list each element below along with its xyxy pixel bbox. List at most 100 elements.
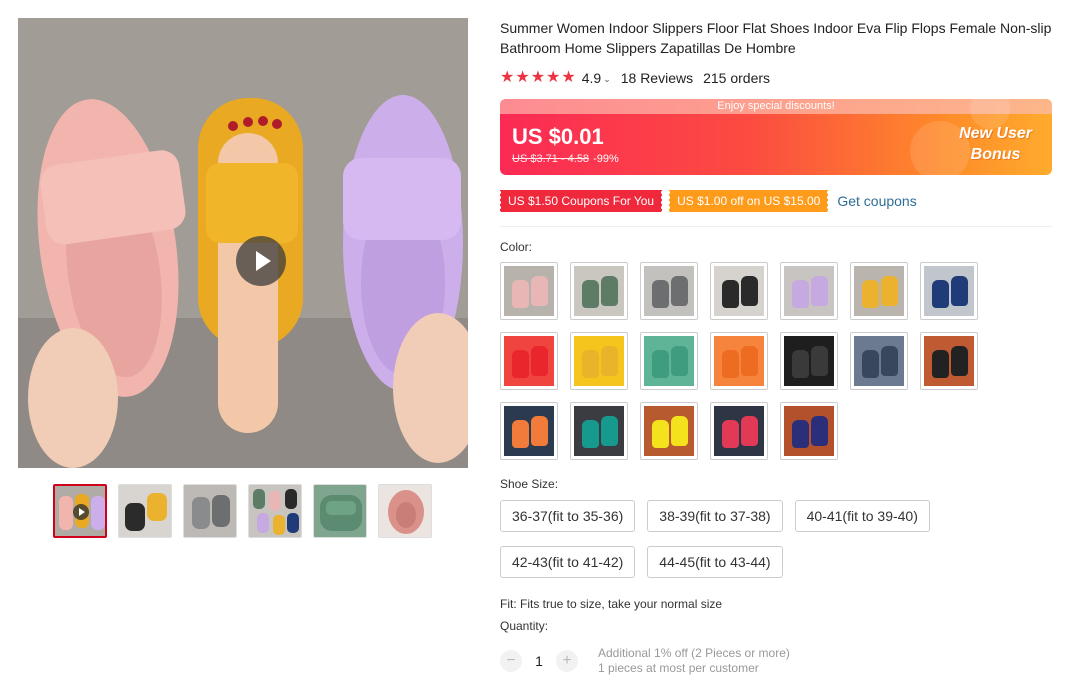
slipper-shape [531,416,548,446]
color-swatch-pink[interactable] [500,262,558,320]
thumb-black-yellow[interactable] [118,484,172,538]
size-option-38-39[interactable]: 38-39(fit to 37-38) [647,500,783,532]
slipper-shape [671,346,688,376]
slipper-shape [881,346,898,376]
new-user-line1: New User [959,125,1032,142]
color-swatch-navy[interactable] [920,262,978,320]
swatch-image [504,266,554,316]
price-banner: Enjoy special discounts! US $0.01 US $3.… [500,99,1052,175]
slipper-shape [722,350,739,378]
swatch-image [574,336,624,386]
star-icon: ★ [546,69,561,86]
slipper-shape [792,420,809,448]
thumb-image [388,490,424,534]
color-swatch-black[interactable] [710,262,768,320]
color-swatches [500,262,1000,460]
reviews-link[interactable]: 18 Reviews [621,70,693,86]
color-swatch-purple[interactable] [780,262,838,320]
size-option-36-37[interactable]: 36-37(fit to 35-36) [500,500,636,532]
star-icon: ★ [500,69,515,86]
orders-count: 215 orders [703,70,771,86]
thumb-green[interactable] [313,484,367,538]
slipper-shape [601,416,618,446]
slipper-shape [741,346,758,376]
swatch-image [644,266,694,316]
coupon-badge-discount[interactable]: US $1.00 off on US $15.00 [668,190,829,212]
color-swatch-yellow[interactable] [850,262,908,320]
color-swatch-mustard[interactable] [570,332,628,390]
size-option-42-43[interactable]: 42-43(fit to 41-42) [500,546,636,578]
color-swatch-navy-round[interactable] [780,402,838,460]
quantity-value[interactable]: 1 [522,653,556,669]
slipper-shape [862,280,879,308]
slipper-shape [932,280,949,308]
thumb-pink[interactable] [378,484,432,538]
color-swatch-orange[interactable] [710,332,768,390]
play-video-button[interactable] [236,236,286,286]
color-swatch-green[interactable] [570,262,628,320]
swatch-image [784,266,834,316]
get-coupons-link[interactable]: Get coupons [837,193,916,209]
swatch-image [924,266,974,316]
slipper-shape [601,346,618,376]
slipper-shape [652,420,669,448]
decrease-quantity-button[interactable]: − [500,650,522,672]
thumb-image [320,495,362,531]
swatch-image [644,336,694,386]
original-price-value: US $3.71 - 4.58 [512,153,590,165]
divider [500,226,1052,227]
slipper-shape [601,276,618,306]
color-swatch-black-round[interactable] [920,332,978,390]
play-icon [73,504,89,520]
swatch-image [854,266,904,316]
thumb-video[interactable] [53,484,107,538]
swatch-image [574,406,624,456]
slipper-shape [792,280,809,308]
quantity-limit-note: 1 pieces at most per customer [598,661,759,675]
star-icon: ★ [561,69,576,86]
color-swatch-dark-black[interactable] [780,332,838,390]
swatch-image [504,406,554,456]
chevron-down-icon[interactable]: ⌄ [603,74,611,85]
thumb-image [125,493,167,531]
slipper-shape [811,416,828,446]
rating-value[interactable]: 4.9 [582,70,601,86]
shoe-size-label: Shoe Size: [500,477,559,491]
color-swatch-teal[interactable] [640,332,698,390]
color-swatch-yellow-round[interactable] [640,402,698,460]
coupon-row: US $1.50 Coupons For You US $1.00 off on… [498,189,1052,213]
product-info: Summer Women Indoor Slippers Floor Flat … [498,18,1052,676]
quantity-discount-note: Additional 1% off (2 Pieces or more) [598,646,790,660]
main-product-image[interactable] [18,18,468,468]
thumb-image [253,489,299,535]
new-user-line2: Bonus [970,146,1021,163]
swatch-image [714,406,764,456]
increase-quantity-button[interactable]: + [556,650,578,672]
slipper-shape [811,346,828,376]
swatch-image [504,336,554,386]
size-option-44-45[interactable]: 44-45(fit to 43-44) [647,546,783,578]
color-swatch-orange-round[interactable] [500,402,558,460]
size-option-40-41[interactable]: 40-41(fit to 39-40) [794,500,930,532]
swatch-image [784,406,834,456]
slipper-shape [512,280,529,308]
product-title: Summer Women Indoor Slippers Floor Flat … [500,20,1052,56]
slipper-shape [671,276,688,306]
thumb-multicolor[interactable] [248,484,302,538]
slipper-shape [582,420,599,448]
slipper-shape [951,276,968,306]
coupon-badge-store[interactable]: US $1.50 Coupons For You [498,190,663,212]
thumb-gray[interactable] [183,484,237,538]
swatch-image [924,336,974,386]
color-swatch-teal-round[interactable] [570,402,628,460]
slipper-shape [512,420,529,448]
slipper-shape [741,416,758,446]
swatch-image [714,336,764,386]
swatch-image [574,266,624,316]
swatch-image [854,336,904,386]
color-swatch-red-round[interactable] [710,402,768,460]
color-swatch-gray[interactable] [640,262,698,320]
slipper-shape [881,276,898,306]
color-swatch-red[interactable] [500,332,558,390]
color-swatch-slate[interactable] [850,332,908,390]
